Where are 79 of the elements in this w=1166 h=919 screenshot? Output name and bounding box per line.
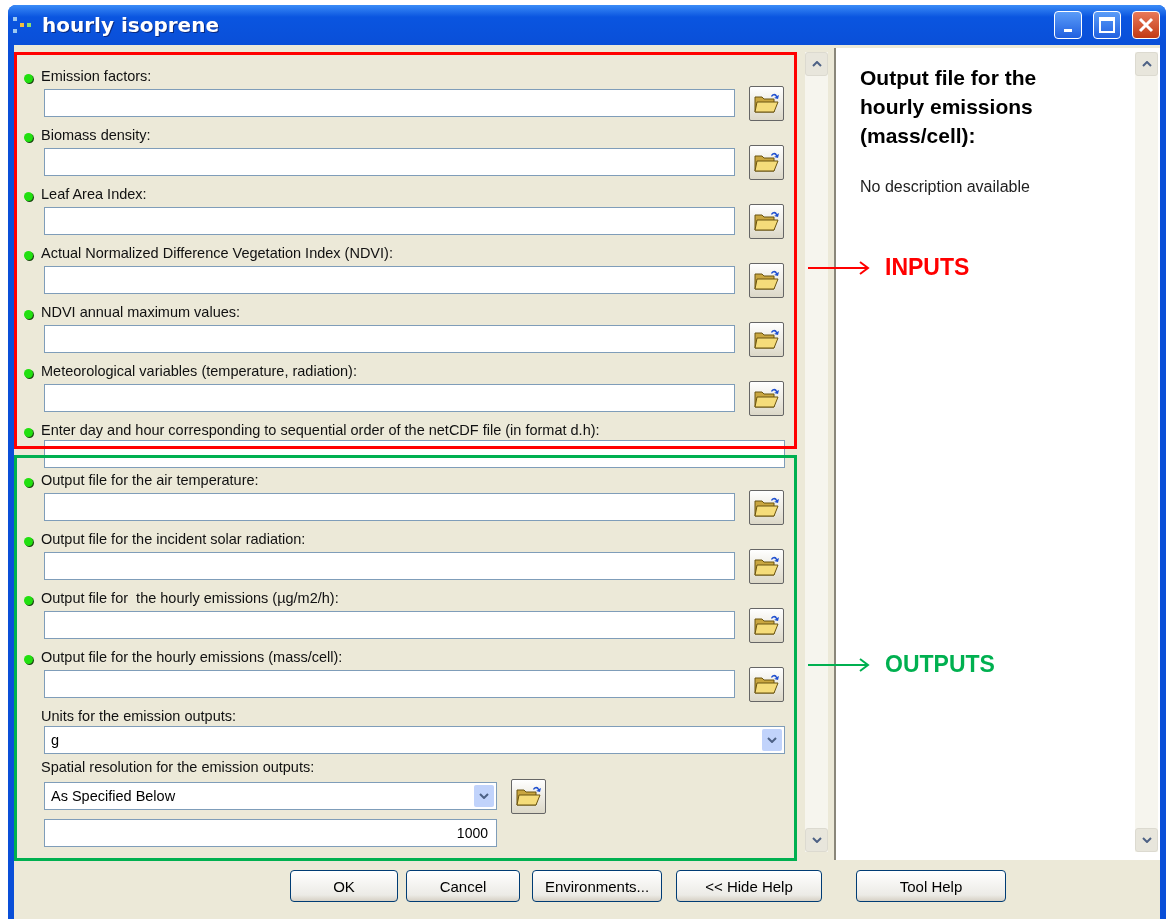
- folder-icon: [753, 555, 780, 577]
- parameter-label: Units for the emission outputs:: [41, 708, 237, 724]
- parameter-label: Output file for the hourly emissions (µg/m2/h):: [41, 590, 339, 606]
- input-field[interactable]: [44, 493, 735, 521]
- folder-icon: [753, 210, 780, 232]
- browse-button[interactable]: [749, 380, 784, 416]
- parameter-label: Biomass density:: [41, 127, 151, 143]
- folder-icon: [753, 387, 780, 409]
- parameter-label: NDVI annual maximum values:: [41, 304, 241, 320]
- browse-button[interactable]: [749, 666, 784, 702]
- input-field[interactable]: [44, 611, 735, 639]
- chevron-up-icon: [811, 61, 822, 67]
- browse-button[interactable]: [749, 321, 784, 357]
- parameter-label: Emission factors:: [41, 68, 152, 84]
- parameter-label: Spatial resolution for the emission outputs:: [41, 759, 315, 775]
- annotation-label: OUTPUTS: [885, 651, 995, 678]
- window-title: hourly isoprene: [42, 13, 220, 37]
- minimize-icon: [1064, 28, 1072, 32]
- input-field[interactable]: [44, 384, 735, 412]
- input-field[interactable]: [44, 325, 735, 353]
- caret-icon: [762, 729, 782, 751]
- dialog-button[interactable]: Cancel: [406, 870, 520, 902]
- arrow-icon: [808, 658, 870, 672]
- help-title: Output file for the hourly emissions (mass/cell):: [860, 65, 1038, 149]
- browse-button[interactable]: [749, 607, 784, 643]
- maximize-icon: [1099, 17, 1115, 33]
- minimize-button[interactable]: [1054, 11, 1082, 39]
- folder-icon: [753, 92, 780, 114]
- input-field[interactable]: [44, 89, 735, 117]
- folder-icon: [753, 496, 780, 518]
- parameter-label: Enter day and hour corresponding to sequential order of the netCDF file (in format d.h):: [41, 422, 600, 438]
- scrollbar[interactable]: [805, 52, 828, 852]
- input-field[interactable]: 1000: [44, 819, 497, 847]
- help-description: No description available: [860, 178, 1031, 196]
- chevron-down-icon: [811, 837, 822, 843]
- dropdown[interactable]: As Specified Below: [44, 782, 497, 810]
- browse-button[interactable]: [749, 548, 784, 584]
- chevron-up-icon: [1141, 61, 1152, 67]
- folder-icon: [753, 269, 780, 291]
- folder-icon: [753, 151, 780, 173]
- dialog-button[interactable]: << Hide Help: [676, 870, 822, 902]
- scroll-up-button[interactable]: [805, 52, 828, 76]
- browse-button[interactable]: [749, 85, 784, 121]
- dialog-button[interactable]: Environments...: [532, 870, 662, 902]
- dialog-button[interactable]: Tool Help: [856, 870, 1006, 902]
- scroll-up-button[interactable]: [1135, 52, 1158, 76]
- parameter-label: Output file for the incident solar radiation:: [41, 531, 306, 547]
- dialog-button[interactable]: OK: [290, 870, 398, 902]
- annotation-label: INPUTS: [885, 254, 970, 281]
- input-field[interactable]: [44, 207, 735, 235]
- scroll-down-button[interactable]: [1135, 828, 1158, 852]
- folder-icon: [753, 673, 780, 695]
- parameter-label: Output file for the hourly emissions (mass/cell):: [41, 649, 343, 665]
- input-field[interactable]: [44, 266, 735, 294]
- browse-button[interactable]: [749, 203, 784, 239]
- arrow-icon: [808, 261, 870, 275]
- scrollbar[interactable]: [1135, 52, 1158, 852]
- scroll-down-button[interactable]: [805, 828, 828, 852]
- close-button[interactable]: [1132, 11, 1160, 39]
- chevron-down-icon: [1141, 837, 1152, 843]
- input-field[interactable]: [44, 552, 735, 580]
- folder-icon: [515, 785, 542, 807]
- folder-icon: [753, 328, 780, 350]
- browse-button[interactable]: [749, 262, 784, 298]
- dropdown[interactable]: g: [44, 726, 785, 754]
- input-field[interactable]: [44, 670, 735, 698]
- maximize-button[interactable]: [1093, 11, 1121, 39]
- input-field[interactable]: [44, 148, 735, 176]
- parameter-label: Meteorological variables (temperature, radiation):: [41, 363, 357, 379]
- browse-button[interactable]: [749, 489, 784, 525]
- caret-icon: [474, 785, 494, 807]
- parameter-label: Leaf Area Index:: [41, 186, 147, 202]
- parameter-label: Actual Normalized Difference Vegetation Index (NDVI):: [41, 245, 393, 261]
- parameter-label: Output file for the air temperature:: [41, 472, 259, 488]
- app-icon: [12, 17, 34, 33]
- folder-icon: [753, 614, 780, 636]
- browse-button[interactable]: [511, 778, 546, 814]
- close-icon: [1138, 17, 1154, 33]
- browse-button[interactable]: [749, 144, 784, 180]
